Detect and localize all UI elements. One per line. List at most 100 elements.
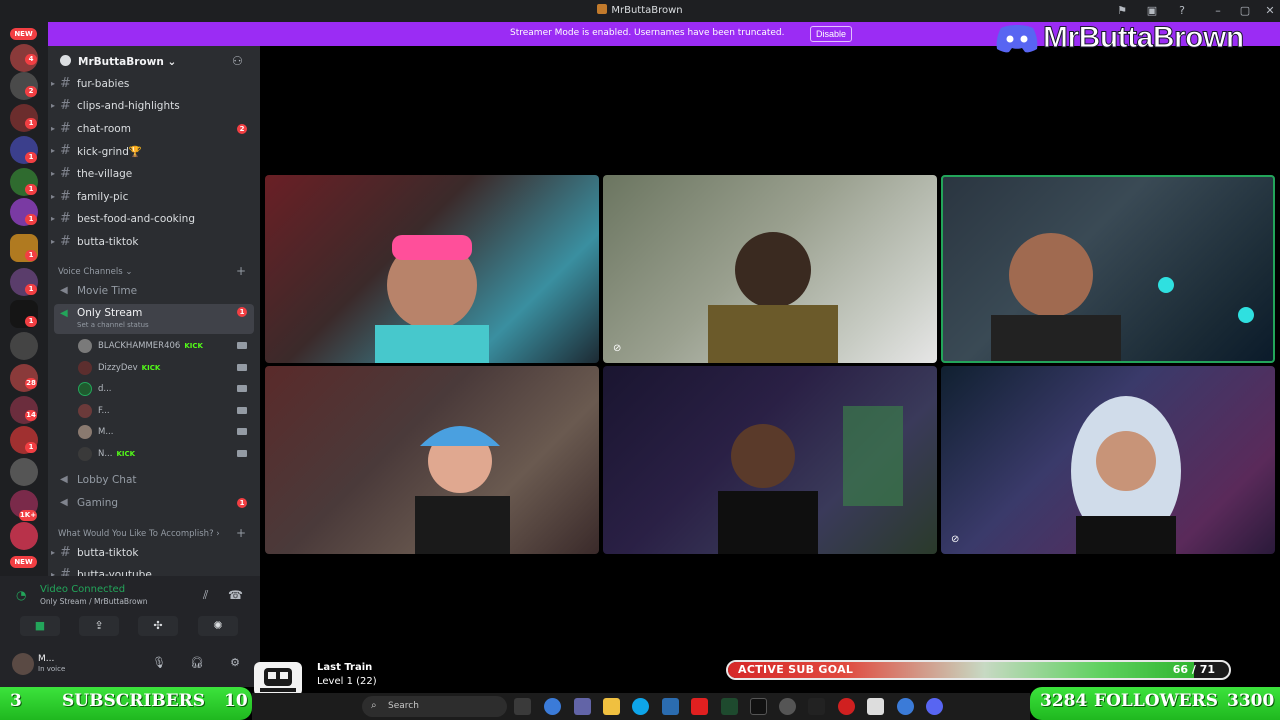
voice-user-name: F... xyxy=(98,406,110,416)
voice-user-label: DizzyDev xyxy=(98,363,138,373)
window-title: MrButtaBrown xyxy=(0,4,1280,16)
minimize-icon[interactable]: – xyxy=(1210,3,1226,19)
voice-channel-only-stream[interactable]: ◀ Only Stream Set a channel status 1 xyxy=(54,304,254,334)
search-placeholder: Search xyxy=(388,701,419,711)
maximize-icon[interactable]: ▢ xyxy=(1237,3,1253,19)
app-icon[interactable] xyxy=(838,698,855,715)
noise-suppression-icon[interactable]: ⫽ xyxy=(203,588,208,603)
add-channel-icon[interactable]: + xyxy=(236,264,246,278)
voice-user-name: M... xyxy=(98,427,114,437)
category-accomplish[interactable]: What Would You Like To Accomplish? › xyxy=(58,529,220,539)
voice-user[interactable]: d... xyxy=(48,379,260,400)
voice-user[interactable]: DizzyDev KICK xyxy=(48,358,260,379)
headphones-icon[interactable]: 🎧︎ xyxy=(190,656,204,670)
teams-icon[interactable] xyxy=(574,698,591,715)
video-tile[interactable]: ⊘ xyxy=(603,175,937,363)
chrome-icon[interactable] xyxy=(897,698,914,715)
disable-streamer-mode-button[interactable]: Disable xyxy=(810,26,853,42)
new-messages-pill[interactable]: NEW xyxy=(10,556,37,568)
voice-channel-movie-time[interactable]: ◀ Movie Time xyxy=(48,281,260,301)
category-voice-channels[interactable]: Voice Channels ⌄ xyxy=(58,267,132,277)
train-icon xyxy=(260,668,296,692)
obs-icon[interactable] xyxy=(779,698,796,715)
unread-badge: 1 xyxy=(237,307,247,317)
soundboard-icon: ✺ xyxy=(213,619,223,632)
unread-badge: 2 xyxy=(237,124,247,134)
video-tile[interactable] xyxy=(603,366,937,554)
taskbar-search[interactable]: ⌕ Search xyxy=(362,696,507,717)
voice-user[interactable]: BLACKHAMMER406 KICK xyxy=(48,336,260,357)
voice-channel-lobby-chat[interactable]: ◀ Lobby Chat xyxy=(48,470,260,490)
inbox-icon[interactable]: ⚑ xyxy=(1114,3,1130,19)
channel-item[interactable]: ▸ # clips-and-highlights xyxy=(48,96,260,116)
channel-item[interactable]: ▸ # butta-tiktok xyxy=(48,543,260,563)
camera-icon: ■ xyxy=(34,619,46,632)
server-icon[interactable] xyxy=(10,458,38,486)
voice-user[interactable]: F... xyxy=(48,401,260,422)
capcut-icon[interactable] xyxy=(867,698,884,715)
voice-user-label: BLACKHAMMER406 xyxy=(98,341,181,351)
channel-sidebar: MrButtaBrown ⌄ ⚇ ▸ # fur-babies ▸ # clip… xyxy=(48,46,260,576)
hash-icon: # xyxy=(60,211,71,226)
app-logo-icon xyxy=(597,4,608,14)
voice-user[interactable]: M... xyxy=(48,422,260,443)
channel-item[interactable]: ▸ # the-village xyxy=(48,164,260,184)
server-icon[interactable] xyxy=(10,332,38,360)
hash-icon: # xyxy=(60,545,71,560)
discord-icon[interactable] xyxy=(926,698,943,715)
voice-channel-gaming[interactable]: ◀ Gaming 1 xyxy=(48,493,260,513)
channel-item[interactable]: ▸ # best-food-and-cooking xyxy=(48,209,260,229)
file-explorer-icon[interactable] xyxy=(603,698,620,715)
task-view-icon[interactable] xyxy=(514,698,531,715)
edge-icon[interactable] xyxy=(632,698,649,715)
screen-icon[interactable]: ▣ xyxy=(1144,3,1160,19)
avatar xyxy=(78,404,92,418)
gear-icon[interactable]: ⚙ xyxy=(228,656,242,670)
chevron-right-icon: ▸ xyxy=(50,214,55,223)
soundboard-button[interactable]: ✺ xyxy=(198,616,238,636)
mention-badge: 1 xyxy=(25,118,37,129)
voice-connected-subtitle[interactable]: Only Stream / MrButtaBrown xyxy=(40,597,147,606)
store-icon[interactable] xyxy=(662,698,679,715)
help-icon[interactable]: ? xyxy=(1174,3,1190,19)
channel-item[interactable]: ▸ # family-pic xyxy=(48,187,260,207)
channel-item[interactable]: ▸ # fur-babies xyxy=(48,74,260,94)
subscribers-current: 3 xyxy=(10,691,22,711)
invite-icon[interactable]: ⚇ xyxy=(232,54,243,68)
youtube-icon[interactable] xyxy=(691,698,708,715)
close-icon[interactable]: ✕ xyxy=(1262,3,1278,19)
screen-share-icon: ⇪ xyxy=(94,619,104,632)
screen-share-button[interactable]: ⇪ xyxy=(79,616,119,636)
channel-item[interactable]: ▸ # butta-youtube xyxy=(48,565,260,576)
video-tile[interactable] xyxy=(265,175,599,363)
avatar[interactable] xyxy=(12,653,34,675)
channel-item[interactable]: ▸ # chat-room 2 xyxy=(48,119,260,139)
channel-item[interactable]: ▸ # kick-grind🏆 xyxy=(48,141,260,161)
copilot-icon[interactable] xyxy=(544,698,561,715)
app-icon[interactable] xyxy=(808,698,825,715)
voice-user[interactable]: N... KICK xyxy=(48,444,260,465)
new-messages-pill[interactable]: NEW xyxy=(10,28,37,40)
mention-badge: 1 xyxy=(25,442,37,453)
video-tile[interactable]: ⊘ xyxy=(941,366,1275,554)
activities-button[interactable]: ✣ xyxy=(138,616,178,636)
voice-channel-name: Only Stream xyxy=(77,307,143,319)
user-panel: M... In voice 🎙︎ 🎧︎ ⚙ xyxy=(0,644,260,687)
channel-name: butta-tiktok xyxy=(77,547,139,559)
excel-icon[interactable] xyxy=(721,698,738,715)
voice-connected-title[interactable]: Video Connected xyxy=(40,584,125,595)
tiktok-icon[interactable] xyxy=(750,698,767,715)
video-tile[interactable] xyxy=(265,366,599,554)
participant-video xyxy=(991,233,1254,363)
video-tile-speaking[interactable] xyxy=(941,175,1275,363)
add-channel-icon[interactable]: + xyxy=(236,526,246,540)
channel-status[interactable]: Set a channel status xyxy=(77,321,149,329)
channel-item[interactable]: ▸ # butta-tiktok xyxy=(48,232,260,252)
microphone-icon[interactable]: 🎙︎ xyxy=(152,656,166,670)
server-icon[interactable] xyxy=(10,522,38,550)
subscribers-goal: 10 xyxy=(224,691,248,711)
category-label: What Would You Like To Accomplish? xyxy=(58,529,214,539)
disconnect-icon[interactable]: ☎ xyxy=(228,588,243,602)
hash-icon: # xyxy=(60,189,71,204)
camera-button[interactable]: ■ xyxy=(20,616,60,636)
